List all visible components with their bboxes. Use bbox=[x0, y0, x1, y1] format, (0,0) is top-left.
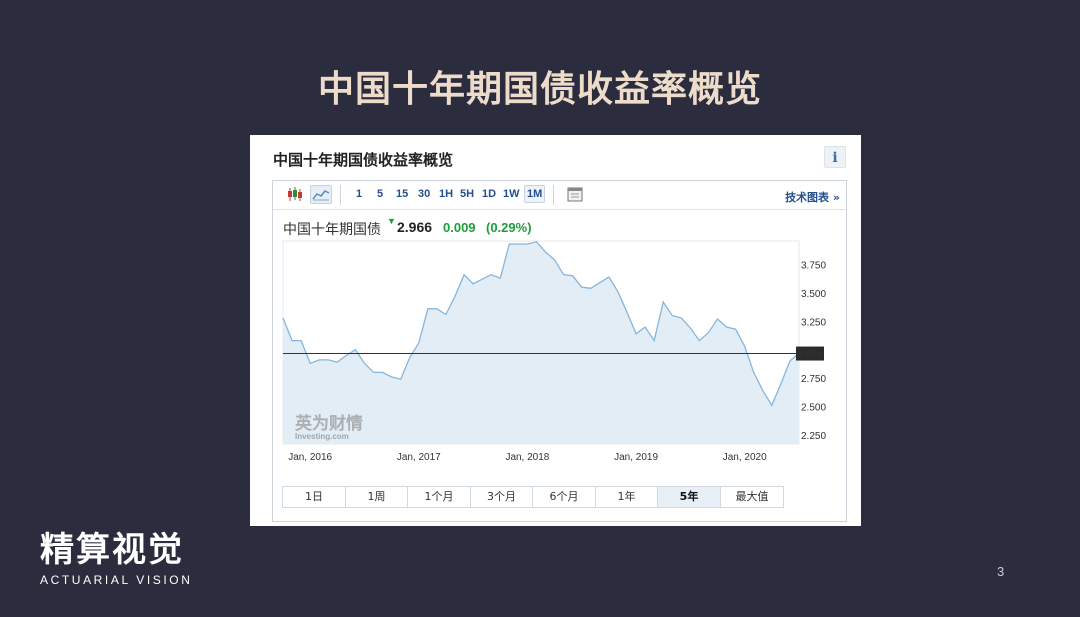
range-selector: 1日 1周 1个月 3个月 6个月 1年 5年 最大值 bbox=[282, 486, 784, 508]
chart-widget: 中国十年期国债收益率概览 i 1 5 15 30 1H 5H 1D 1W 1M … bbox=[250, 135, 861, 526]
range-button[interactable]: 1周 bbox=[346, 487, 408, 507]
x-tick-label: Jan, 2019 bbox=[614, 452, 658, 463]
y-tick-label: 3.750 bbox=[801, 260, 826, 271]
price-chart[interactable]: 英为财情 Investing.com 3.750 3.500 3.250 2.750 2… bbox=[273, 181, 846, 481]
y-tick-label: 3.500 bbox=[801, 289, 826, 300]
widget-title: 中国十年期国债收益率概览 bbox=[273, 151, 454, 169]
watermark-cn: 英为财情 bbox=[295, 413, 363, 434]
range-button[interactable]: 5年 bbox=[658, 487, 721, 507]
x-tick-label: Jan, 2018 bbox=[505, 452, 549, 463]
logo-name-cn: 精算视觉 bbox=[40, 530, 184, 570]
range-button[interactable]: 1日 bbox=[283, 487, 346, 507]
brand-logo: 精算视觉 ACTUARIAL VISION bbox=[40, 522, 193, 587]
range-button[interactable]: 1个月 bbox=[408, 487, 471, 507]
range-button[interactable]: 3个月 bbox=[471, 487, 533, 507]
current-value-label: 2.966 bbox=[797, 349, 822, 360]
current-value-marker: 2.966 bbox=[796, 346, 824, 361]
x-tick-label: Jan, 2017 bbox=[397, 452, 441, 463]
y-tick-label: 2.250 bbox=[801, 431, 826, 442]
slide-title: 中国十年期国债收益率概览 bbox=[317, 69, 762, 110]
chart-frame: 1 5 15 30 1H 5H 1D 1W 1M 技术图表 » 中国十年期国债 bbox=[272, 180, 847, 522]
range-button[interactable]: 最大值 bbox=[721, 487, 783, 507]
y-tick-label: 3.250 bbox=[801, 317, 826, 328]
watermark-en: Investing.com bbox=[295, 432, 349, 441]
page-number: 3 bbox=[997, 564, 1005, 579]
x-axis: Jan, 2016 Jan, 2017 Jan, 2018 Jan, 2019 Jan,… bbox=[288, 452, 767, 463]
range-button[interactable]: 1年 bbox=[596, 487, 658, 507]
x-tick-label: Jan, 2020 bbox=[723, 452, 767, 463]
info-button[interactable]: i bbox=[824, 146, 846, 168]
y-tick-label: 2.750 bbox=[801, 374, 826, 385]
y-tick-label: 2.500 bbox=[801, 402, 826, 413]
logo-name-en: ACTUARIAL VISION bbox=[40, 573, 193, 587]
x-tick-label: Jan, 2016 bbox=[288, 452, 332, 463]
range-button[interactable]: 6个月 bbox=[533, 487, 596, 507]
